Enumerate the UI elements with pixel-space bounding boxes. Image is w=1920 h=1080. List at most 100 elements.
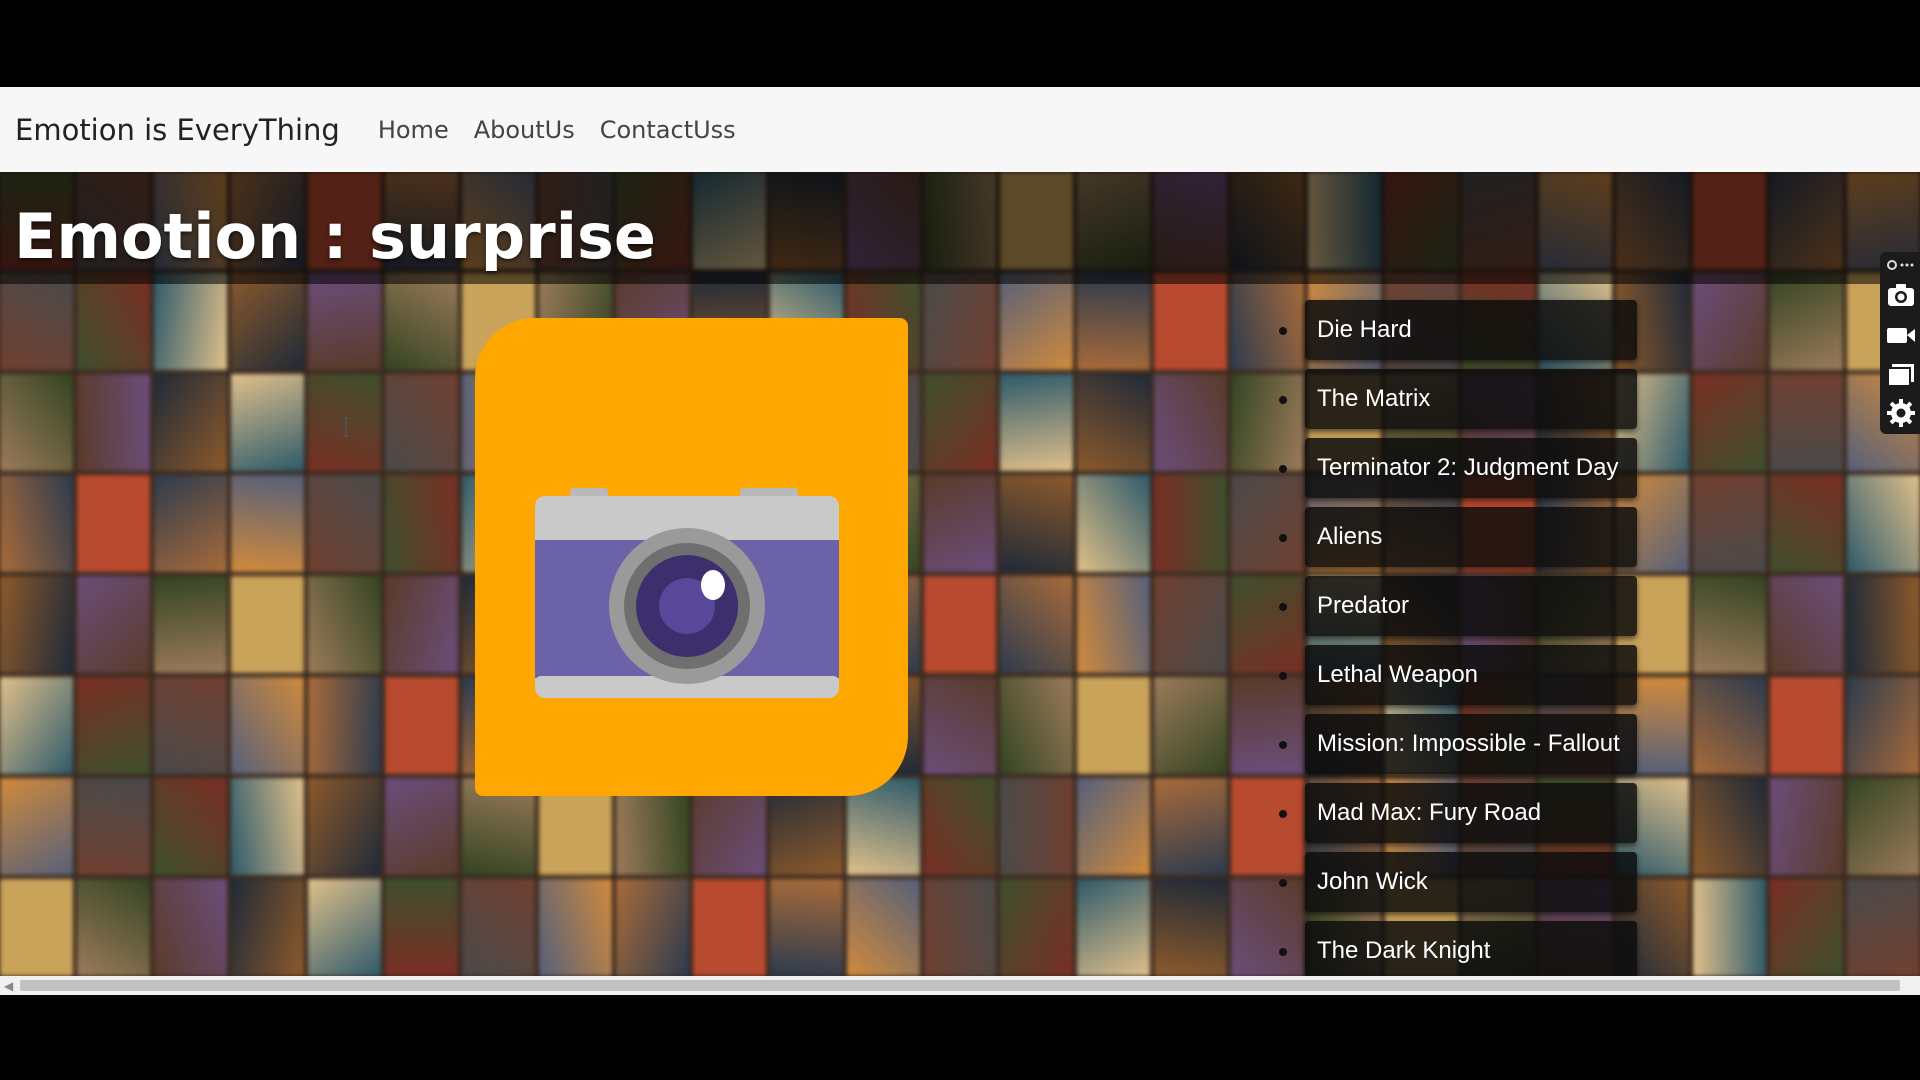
movie-item[interactable]: Mission: Impossible - Fallout [1279,714,1637,774]
poster-tile [307,576,381,673]
movie-item[interactable]: The Dark Knight [1279,921,1637,976]
movie-item[interactable]: Lethal Weapon [1279,645,1637,705]
poster-tile [1077,374,1151,471]
poster-tile [923,778,997,875]
poster-tile [1000,475,1074,572]
poster-tile [1847,576,1920,673]
poster-tile [307,778,381,875]
main-content: Emotion : surprise Die Hard The Matrix Ter… [0,172,1920,976]
poster-tile [923,374,997,471]
poster-tile [1154,778,1228,875]
poster-tile [538,879,612,976]
camera-button[interactable] [475,318,908,796]
poster-tile [1154,475,1228,572]
poster-tile [307,677,381,774]
poster-tile [1231,576,1305,673]
poster-tile [153,778,227,875]
poster-tile [1077,475,1151,572]
poster-tile [153,576,227,673]
poster-tile [153,475,227,572]
poster-tile [0,677,73,774]
link-icon[interactable] [1886,256,1914,274]
poster-tile [1770,778,1844,875]
poster-tile [1847,778,1920,875]
poster-tile [307,879,381,976]
poster-tile [1154,677,1228,774]
poster-tile [76,273,150,370]
poster-tile [846,879,920,976]
horizontal-scrollbar[interactable]: ◀ [0,976,1920,995]
poster-tile [153,677,227,774]
poster-tile [1693,879,1767,976]
gear-icon[interactable] [1886,398,1916,428]
nav-link-contact[interactable]: ContactUss [600,116,736,144]
poster-tile [1231,273,1305,370]
poster-tile [230,778,304,875]
poster-tile [1077,677,1151,774]
poster-tile [1154,879,1228,976]
poster-tile [0,374,73,471]
poster-tile [1154,576,1228,673]
poster-tile [153,374,227,471]
text-cursor [341,417,351,437]
poster-tile [0,475,73,572]
movie-item[interactable]: Mad Max: Fury Road [1279,783,1637,843]
poster-tile [307,273,381,370]
poster-tile [76,778,150,875]
poster-tile [384,677,458,774]
poster-tile [1693,475,1767,572]
poster-tile [1847,879,1920,976]
movie-item[interactable]: The Matrix [1279,369,1637,429]
poster-tile [1693,374,1767,471]
poster-tile [1770,273,1844,370]
poster-tile [1231,475,1305,572]
poster-tile [1077,879,1151,976]
video-icon[interactable] [1886,320,1916,350]
poster-tile [76,475,150,572]
movie-item[interactable]: John Wick [1279,852,1637,912]
poster-tile [384,273,458,370]
poster-tile [76,677,150,774]
nav-link-about[interactable]: AboutUs [474,116,575,144]
poster-tile [76,576,150,673]
poster-tile [615,879,689,976]
poster-tile [1770,576,1844,673]
camera-icon[interactable] [1886,280,1916,310]
poster-tile [1000,677,1074,774]
poster-tile [923,475,997,572]
poster-tile [1000,879,1074,976]
letterbox-bottom [0,995,1920,1080]
movie-item[interactable]: Terminator 2: Judgment Day [1279,438,1637,498]
poster-tile [0,879,73,976]
poster-tile [1000,576,1074,673]
movie-item[interactable]: Die Hard [1279,300,1637,360]
navbar: Emotion is EveryThing Home AboutUs Conta… [0,87,1920,172]
poster-tile [461,879,535,976]
poster-tile [76,374,150,471]
poster-tile [384,778,458,875]
window-icon[interactable] [1886,360,1916,390]
brand-title[interactable]: Emotion is EveryThing [15,113,340,147]
poster-tile [1770,677,1844,774]
poster-tile [153,273,227,370]
scrollbar-thumb[interactable] [20,980,1900,991]
poster-tile [384,475,458,572]
poster-tile [76,879,150,976]
poster-tile [0,273,73,370]
poster-tile [769,879,843,976]
poster-tile [0,576,73,673]
nav-link-home[interactable]: Home [378,116,449,144]
poster-tile [307,475,381,572]
movie-item[interactable]: Aliens [1279,507,1637,567]
poster-tile [1693,778,1767,875]
poster-tile [230,475,304,572]
poster-tile [1231,879,1305,976]
poster-tile [1077,576,1151,673]
poster-tile [1154,273,1228,370]
poster-tile [1770,475,1844,572]
poster-tile [230,273,304,370]
poster-tile [1693,576,1767,673]
poster-tile [1231,677,1305,774]
movie-item[interactable]: Predator [1279,576,1637,636]
scroll-left-icon[interactable]: ◀ [4,979,13,993]
